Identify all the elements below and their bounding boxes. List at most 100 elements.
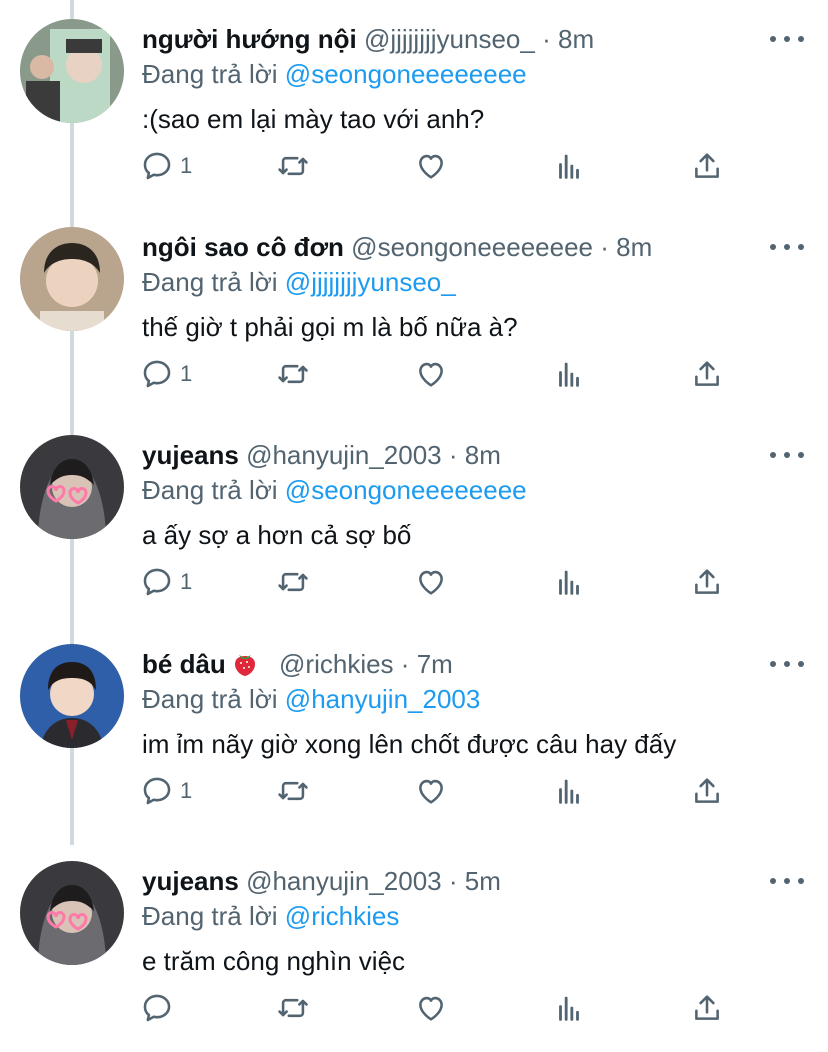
display-name[interactable]: yujeans [142, 440, 239, 470]
retweet-button[interactable] [276, 562, 310, 602]
reply-icon [143, 360, 171, 388]
tweet[interactable]: bé dâu @richkies · 7m Đang trả lời @hany… [0, 625, 828, 835]
separator-dot: · [400, 649, 410, 679]
share-button[interactable] [690, 354, 724, 394]
analytics-button[interactable] [552, 562, 586, 602]
tweet[interactable]: yujeans @hanyujin_2003 · 5m Đang trả lời… [0, 842, 828, 1052]
share-button[interactable] [690, 988, 724, 1028]
replying-to: Đang trả lời @jjjjjjjjyunseo_ [142, 265, 456, 299]
replying-to-label: Đang trả lời [142, 684, 278, 714]
mention-link[interactable]: @richkies [285, 901, 400, 931]
reply-button[interactable]: 1 [140, 146, 192, 186]
separator-dot: · [448, 440, 458, 470]
display-name[interactable]: yujeans [142, 866, 239, 896]
share-button[interactable] [690, 771, 724, 811]
display-name[interactable]: người hướng nội [142, 24, 357, 54]
retweet-icon [278, 364, 308, 384]
reply-button[interactable]: 1 [140, 354, 192, 394]
analytics-icon [559, 996, 579, 1021]
timestamp[interactable]: 8m [616, 232, 652, 262]
tweet-text: a ấy sợ a hơn cả sợ bố [142, 520, 412, 550]
mention-link[interactable]: @seongoneeeeeeee [285, 475, 527, 505]
like-button[interactable] [414, 771, 448, 811]
timestamp[interactable]: 7m [417, 649, 453, 679]
tweet-header: yujeans @hanyujin_2003 · 5m [142, 864, 501, 898]
analytics-icon [559, 154, 579, 179]
share-button[interactable] [690, 146, 724, 186]
replying-to-label: Đang trả lời [142, 267, 278, 297]
retweet-button[interactable] [276, 771, 310, 811]
avatar[interactable] [20, 644, 124, 748]
analytics-button[interactable] [552, 354, 586, 394]
mention-link[interactable]: @hanyujin_2003 [285, 684, 481, 714]
avatar[interactable] [20, 227, 124, 331]
share-icon [695, 569, 719, 594]
tweet[interactable]: người hướng nội @jjjjjjjjyunseo_ · 8m Đa… [0, 0, 828, 210]
share-icon [695, 153, 719, 178]
timestamp[interactable]: 5m [465, 866, 501, 896]
retweet-button[interactable] [276, 354, 310, 394]
replying-to-label: Đang trả lời [142, 59, 278, 89]
reply-button[interactable]: 1 [140, 562, 192, 602]
reply-button[interactable] [140, 988, 180, 1028]
separator-dot: · [600, 232, 609, 262]
display-name[interactable]: ngôi sao cô đơn [142, 232, 344, 262]
timestamp[interactable]: 8m [465, 440, 501, 470]
retweet-button[interactable] [276, 988, 310, 1028]
analytics-icon [559, 362, 579, 387]
more-icon[interactable] [770, 442, 804, 468]
analytics-button[interactable] [552, 988, 586, 1028]
tweet[interactable]: ngôi sao cô đơn @seongoneeeeeeee · 8m Đa… [0, 208, 828, 418]
reply-count: 1 [180, 778, 193, 803]
analytics-button[interactable] [552, 146, 586, 186]
like-button[interactable] [414, 354, 448, 394]
tweet[interactable]: yujeans @hanyujin_2003 · 8m Đang trả lời… [0, 416, 828, 626]
tweet-header: bé dâu @richkies · 7m [142, 647, 453, 681]
share-button[interactable] [690, 562, 724, 602]
more-icon[interactable] [770, 234, 804, 260]
mention-link[interactable]: @seongoneeeeeeee [285, 59, 527, 89]
like-button[interactable] [414, 562, 448, 602]
like-icon [419, 779, 443, 804]
user-handle[interactable]: @hanyujin_2003 [246, 440, 442, 470]
replying-to: Đang trả lời @richkies [142, 899, 399, 933]
like-button[interactable] [414, 988, 448, 1028]
strawberry-emoji [232, 649, 258, 685]
share-icon [695, 361, 719, 386]
tweet-header: ngôi sao cô đơn @seongoneeeeeeee · 8m [142, 230, 652, 264]
reply-icon [143, 568, 171, 596]
like-icon [419, 362, 443, 387]
avatar[interactable] [20, 861, 124, 965]
mention-link[interactable]: @jjjjjjjjyunseo_ [285, 267, 456, 297]
avatar[interactable] [20, 19, 124, 123]
like-icon [419, 154, 443, 179]
user-handle[interactable]: @jjjjjjjjyunseo_ [364, 24, 535, 54]
tweet-actions [140, 988, 740, 1028]
more-icon[interactable] [770, 26, 804, 52]
analytics-button[interactable] [552, 771, 586, 811]
tweet-actions: 1 [140, 354, 740, 394]
timestamp[interactable]: 8m [558, 24, 594, 54]
retweet-button[interactable] [276, 146, 310, 186]
user-handle[interactable]: @seongoneeeeeeee [351, 232, 593, 262]
share-icon [695, 778, 719, 803]
analytics-icon [559, 779, 579, 804]
more-icon[interactable] [770, 868, 804, 894]
like-button[interactable] [414, 146, 448, 186]
reply-button[interactable]: 1 [140, 771, 192, 811]
avatar[interactable] [20, 435, 124, 539]
share-icon [695, 995, 719, 1020]
tweet-actions: 1 [140, 771, 740, 811]
like-icon [419, 570, 443, 595]
separator-dot: · [542, 24, 551, 54]
replying-to: Đang trả lời @seongoneeeeeeee [142, 473, 527, 507]
user-handle[interactable]: @hanyujin_2003 [246, 866, 442, 896]
like-icon [419, 996, 443, 1021]
analytics-icon [559, 570, 579, 595]
user-handle[interactable]: @richkies [279, 649, 394, 679]
reply-count: 1 [180, 361, 193, 386]
display-name[interactable]: bé dâu [142, 649, 226, 679]
more-icon[interactable] [770, 651, 804, 677]
tweet-actions: 1 [140, 146, 740, 186]
tweet-text: im ỉm nãy giờ xong lên chốt được câu hay… [142, 729, 677, 759]
